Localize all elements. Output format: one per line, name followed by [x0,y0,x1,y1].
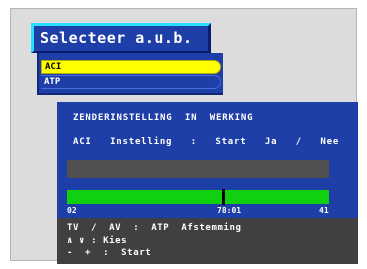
info-bar [67,160,329,178]
help-line-tv-av: TV / AV : ATP Afstemming [67,223,242,233]
progress-marker [222,189,225,205]
progress-fill [67,190,329,204]
progress-min-label: 02 [67,206,77,215]
help-line-start: - + : Start [67,248,152,258]
help-footer: TV / AV : ATP Afstemming ∧ ∨ : Kies - + … [57,218,358,264]
menu-item-atp[interactable]: ATP [41,75,221,89]
help-line-navigate: ∧ ∨ : Kies [67,236,128,246]
menu-item-aci[interactable]: ACI [41,60,221,74]
tuning-progress-bar [67,189,329,205]
status-text: ZENDERINSTELLING IN WERKING [73,113,254,123]
source-menu: ACI ATP [37,53,223,95]
progress-current-label: 78:01 [217,206,242,215]
tv-screen: Selecteer a.u.b. ACI ATP ZENDERINSTELLIN… [10,8,358,264]
aci-prompt: ACI Instelling : Start Ja / Nee [73,137,340,147]
progress-max-label: 41 [319,206,329,215]
tuning-panel: ZENDERINSTELLING IN WERKING ACI Instelli… [57,102,358,218]
dialog-title: Selecteer a.u.b. [31,23,211,53]
